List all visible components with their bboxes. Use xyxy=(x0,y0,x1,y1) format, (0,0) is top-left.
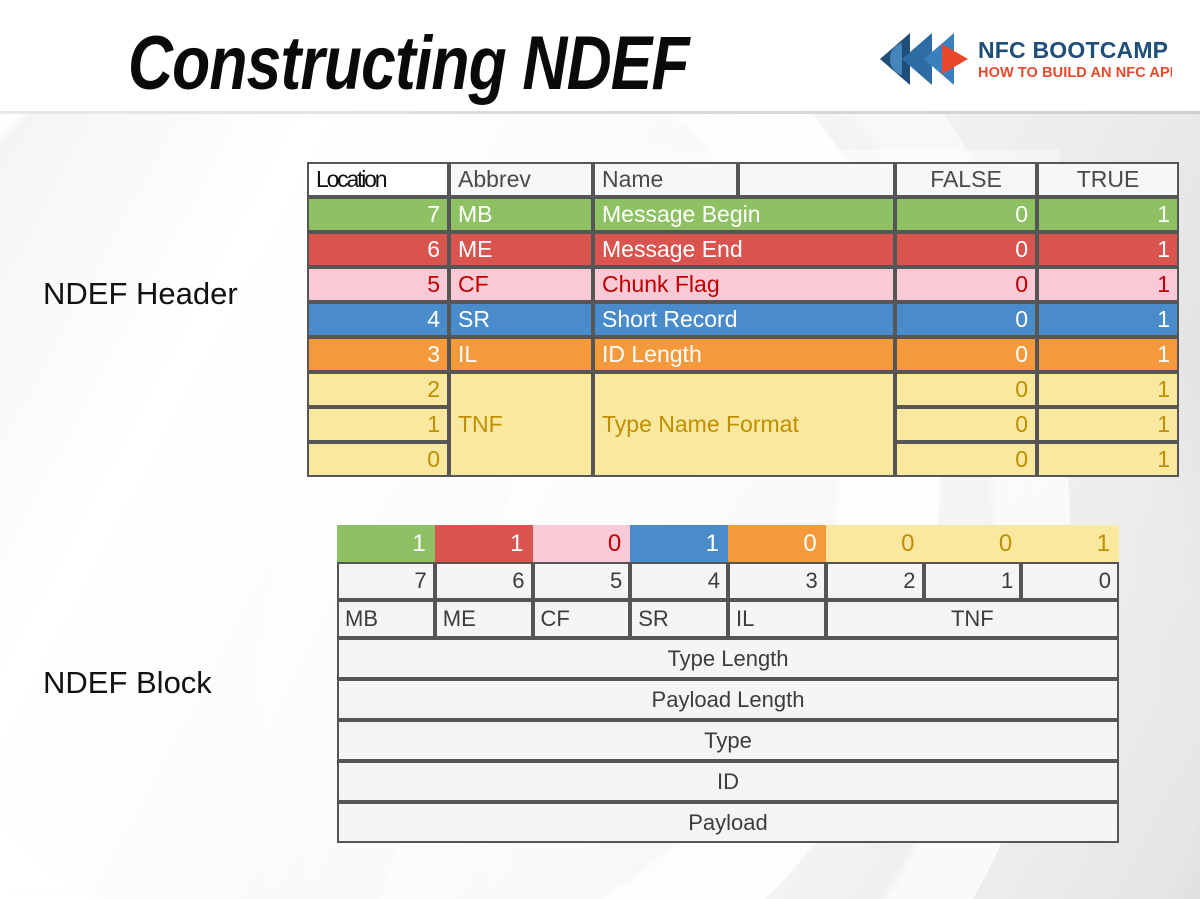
cell-true: 1 xyxy=(1037,302,1179,337)
col-header-true: TRUE xyxy=(1037,162,1179,197)
cell-false: 0 xyxy=(895,302,1037,337)
page-title: Constructing NDEF xyxy=(128,21,690,106)
cell-location: 2 xyxy=(307,372,449,407)
cell-true: 1 xyxy=(1037,407,1179,442)
cell-location: 4 xyxy=(307,302,449,337)
block-structure-table: 7 6 5 4 3 2 1 0 MB ME CF SR IL TNF Type … xyxy=(337,562,1119,843)
cell-name: Chunk Flag xyxy=(593,267,895,302)
field-payload: Payload xyxy=(337,802,1119,843)
ndef-block-table: 1 1 0 1 0 0 0 1 7 6 5 4 3 2 1 0 MB ME CF… xyxy=(337,525,1119,843)
bit-cell-6: 1 xyxy=(434,525,533,562)
bit-cell-7: 1 xyxy=(337,525,435,562)
bit-position-5: 5 xyxy=(532,562,631,600)
cell-false: 0 xyxy=(895,407,1037,442)
bit-position-7: 7 xyxy=(337,562,435,600)
table-row-me: 6 ME Message End 0 1 xyxy=(307,232,1179,267)
bit-cell-3: 0 xyxy=(728,525,826,562)
table-row-tnf-2: 2 TNF Type Name Format 0 1 xyxy=(307,372,1179,477)
cell-false: 0 xyxy=(895,442,1037,477)
col-header-false: FALSE xyxy=(895,162,1037,197)
flag-me: ME xyxy=(434,600,533,638)
field-row-payload: Payload xyxy=(337,802,1119,843)
cell-false: 0 xyxy=(895,337,1037,372)
flag-sr: SR xyxy=(630,600,728,638)
field-type-length: Type Length xyxy=(337,638,1119,679)
cell-false: 0 xyxy=(895,372,1037,407)
cell-abbrev: MB xyxy=(449,197,593,232)
bit-cell-0: 1 xyxy=(1021,525,1119,562)
field-id: ID xyxy=(337,761,1119,802)
bit-position-0: 0 xyxy=(1021,562,1119,600)
flag-name-row: MB ME CF SR IL TNF xyxy=(337,600,1119,638)
bit-position-1: 1 xyxy=(923,562,1022,600)
col-header-name: Name xyxy=(593,162,738,197)
svg-text:™: ™ xyxy=(1155,40,1164,50)
nfc-bootcamp-logo: NFC BOOTCAMP ™ HOW TO BUILD AN NFC APPLI… xyxy=(872,30,1172,88)
bit-value-row: 1 1 0 1 0 0 0 1 xyxy=(337,525,1119,562)
cell-abbrev: SR xyxy=(449,302,593,337)
table-row-sr: 4 SR Short Record 0 1 xyxy=(307,302,1179,337)
cell-abbrev: IL xyxy=(449,337,593,372)
cell-tnf-name: Type Name Format xyxy=(593,372,895,477)
field-row-type-length: Type Length xyxy=(337,638,1119,679)
ndef-block-label: NDEF Block xyxy=(43,665,212,700)
cell-location: 5 xyxy=(307,267,449,302)
slide-canvas: Constructing NDEF NFC BOOTCAMP ™ HOW TO … xyxy=(0,0,1200,899)
ndef-header-table: Location Abbrev Name FALSE TRUE 7 MB Mes… xyxy=(307,162,1179,477)
bit-position-2: 2 xyxy=(825,562,924,600)
cell-name: Message Begin xyxy=(593,197,895,232)
col-header-blank xyxy=(738,162,895,197)
svg-text:HOW TO BUILD AN NFC APPLICATIO: HOW TO BUILD AN NFC APPLICATION xyxy=(978,65,1172,81)
flag-cf: CF xyxy=(532,600,631,638)
flag-mb: MB xyxy=(337,600,435,638)
table-header-row: Location Abbrev Name FALSE TRUE xyxy=(307,162,1179,197)
table-row-il: 3 IL ID Length 0 1 xyxy=(307,337,1179,372)
cell-true: 1 xyxy=(1037,442,1179,477)
cell-name: Short Record xyxy=(593,302,895,337)
cell-false: 0 xyxy=(895,197,1037,232)
bit-position-6: 6 xyxy=(434,562,533,600)
cell-false: 0 xyxy=(895,232,1037,267)
cell-location: 1 xyxy=(307,407,449,442)
field-type: Type xyxy=(337,720,1119,761)
bit-cell-4: 1 xyxy=(630,525,728,562)
bit-position-row: 7 6 5 4 3 2 1 0 xyxy=(337,562,1119,600)
cell-true: 1 xyxy=(1037,267,1179,302)
col-header-abbrev: Abbrev xyxy=(449,162,593,197)
flag-tnf: TNF xyxy=(825,600,1119,638)
bit-position-4: 4 xyxy=(630,562,728,600)
cell-location: 0 xyxy=(307,442,449,477)
cell-location: 3 xyxy=(307,337,449,372)
bit-cell-2: 0 xyxy=(825,525,924,562)
field-row-id: ID xyxy=(337,761,1119,802)
title-bar: Constructing NDEF NFC BOOTCAMP ™ HOW TO … xyxy=(0,0,1200,114)
bit-position-3: 3 xyxy=(728,562,826,600)
cell-true: 1 xyxy=(1037,337,1179,372)
bit-cell-1: 0 xyxy=(923,525,1022,562)
field-payload-length: Payload Length xyxy=(337,679,1119,720)
cell-true: 1 xyxy=(1037,372,1179,407)
cell-name: ID Length xyxy=(593,337,895,372)
field-row-type: Type xyxy=(337,720,1119,761)
cell-true: 1 xyxy=(1037,197,1179,232)
cell-tnf-abbrev: TNF xyxy=(449,372,593,477)
cell-name: Message End xyxy=(593,232,895,267)
cell-abbrev: CF xyxy=(449,267,593,302)
svg-text:NFC BOOTCAMP: NFC BOOTCAMP xyxy=(978,37,1168,63)
ndef-header-label: NDEF Header xyxy=(43,276,238,311)
col-header-location: Location xyxy=(307,162,449,197)
flag-il: IL xyxy=(728,600,826,638)
cell-false: 0 xyxy=(895,267,1037,302)
table-row-mb: 7 MB Message Begin 0 1 xyxy=(307,197,1179,232)
cell-abbrev: ME xyxy=(449,232,593,267)
logo-svg: NFC BOOTCAMP ™ HOW TO BUILD AN NFC APPLI… xyxy=(880,33,1172,85)
cell-location: 7 xyxy=(307,197,449,232)
cell-true: 1 xyxy=(1037,232,1179,267)
field-row-payload-length: Payload Length xyxy=(337,679,1119,720)
cell-location: 6 xyxy=(307,232,449,267)
bit-cell-5: 0 xyxy=(532,525,631,562)
table-row-cf: 5 CF Chunk Flag 0 1 xyxy=(307,267,1179,302)
